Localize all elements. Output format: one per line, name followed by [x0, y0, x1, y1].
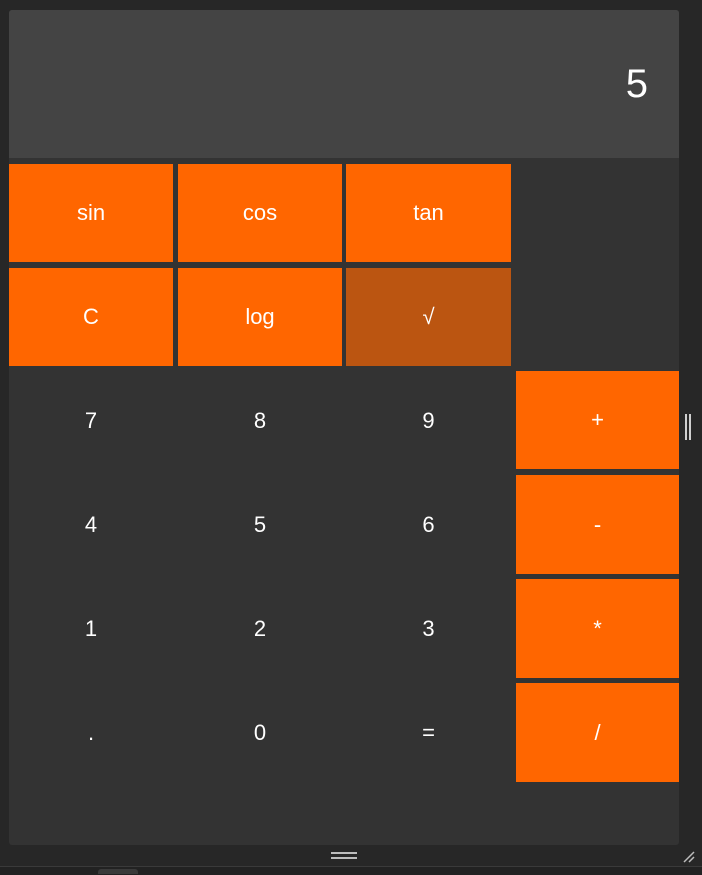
decimal-button[interactable]: .	[9, 684, 173, 782]
digit-0-button[interactable]: 0	[178, 684, 342, 782]
digit-6-button[interactable]: 6	[346, 476, 511, 574]
horizontal-splitter-grip-icon[interactable]	[331, 852, 357, 860]
digit-5-button[interactable]: 5	[178, 476, 342, 574]
digit-7-button[interactable]: 7	[9, 372, 173, 470]
vertical-splitter-grip-icon[interactable]	[685, 414, 691, 440]
cos-button[interactable]: cos	[178, 164, 342, 262]
digit-2-button[interactable]: 2	[178, 580, 342, 678]
digit-8-button[interactable]: 8	[178, 372, 342, 470]
digit-4-button[interactable]: 4	[9, 476, 173, 574]
divide-button[interactable]: /	[516, 683, 679, 782]
minus-button[interactable]: -	[516, 475, 679, 574]
plus-button[interactable]: +	[516, 371, 679, 469]
display-panel: 5	[9, 10, 679, 158]
resize-corner-glyph	[683, 851, 695, 863]
resize-corner-icon[interactable]	[682, 850, 696, 864]
calculator: 5 sin cos tan C log √ 7 8 9 + 4 5 6 - 1 …	[9, 10, 679, 845]
status-tab[interactable]	[98, 869, 138, 874]
tan-button[interactable]: tan	[346, 164, 511, 262]
display-value: 5	[625, 62, 648, 106]
digit-3-button[interactable]: 3	[346, 580, 511, 678]
sin-button[interactable]: sin	[9, 164, 173, 262]
multiply-button[interactable]: *	[516, 579, 679, 678]
equals-button[interactable]: =	[346, 684, 511, 782]
log-button[interactable]: log	[178, 268, 342, 366]
digit-9-button[interactable]: 9	[346, 372, 511, 470]
clear-button[interactable]: C	[9, 268, 173, 366]
sqrt-button[interactable]: √	[346, 268, 511, 366]
digit-1-button[interactable]: 1	[9, 580, 173, 678]
